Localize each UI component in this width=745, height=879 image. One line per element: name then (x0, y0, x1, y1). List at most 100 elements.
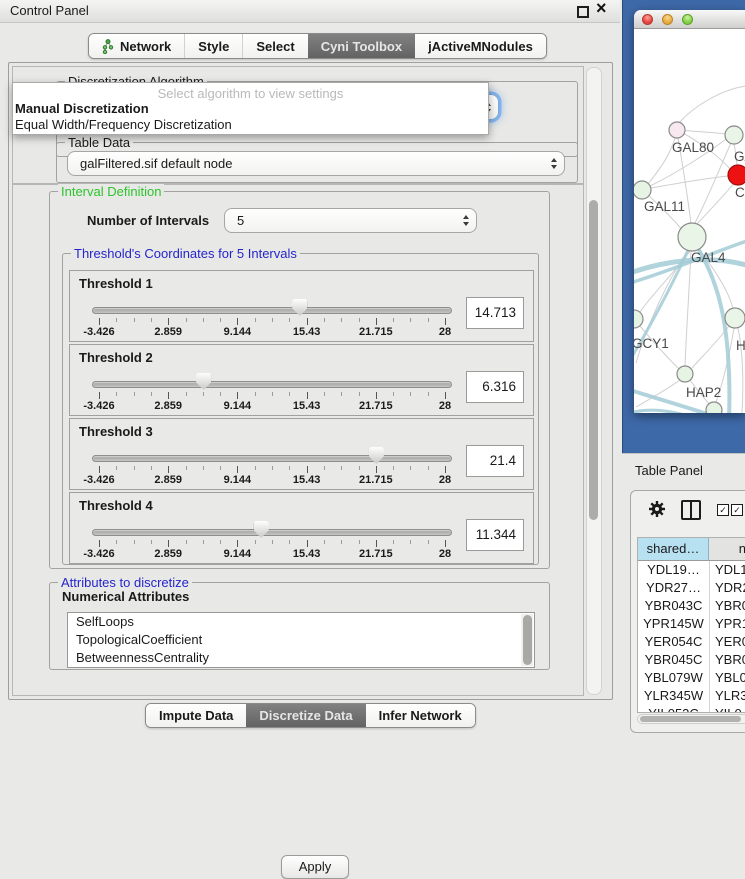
table-data-group: Table Data galFiltered.sif default node (56, 142, 578, 183)
table-row[interactable]: YDR27… YDR2 (638, 579, 745, 597)
number-of-intervals-select[interactable]: 5 (224, 208, 477, 233)
tab-impute-data[interactable]: Impute Data (146, 704, 246, 727)
threshold-4-panel: Threshold 4-3.4262.8599.14415.4321.71528… (69, 492, 534, 564)
tab-network[interactable]: Network (89, 34, 184, 58)
gcy1-node[interactable] (634, 310, 643, 328)
threshold-1-panel: Threshold 1-3.4262.8599.14415.4321.71528… (69, 270, 534, 342)
column-header-name[interactable]: na (709, 538, 745, 561)
checkbox-icon[interactable]: ✓ (731, 504, 743, 516)
algorithm-option-equal-width-frequency-discretization[interactable]: Equal Width/Frequency Discretization (15, 117, 232, 133)
checkbox-icon[interactable]: ✓ (717, 504, 729, 516)
table-row[interactable]: YER054C YER0 (638, 633, 745, 651)
tab-select[interactable]: Select (242, 34, 307, 58)
cell-name: YBR0 (715, 597, 745, 615)
table-row[interactable]: YBR045CYBR0 (638, 651, 745, 669)
float-window-icon[interactable] (577, 6, 589, 18)
top-right-node[interactable] (725, 126, 743, 144)
node-label-hap2: HAP2 (686, 385, 721, 400)
table-row[interactable]: YLR345WYLR3 (638, 687, 745, 705)
attribute-list-item[interactable]: SelfLoops (68, 613, 534, 631)
column-chooser-icon[interactable] (681, 500, 701, 520)
table-row[interactable]: YIL052CYIL0 (638, 705, 745, 713)
table-row[interactable]: YBL079WYBL0 (638, 669, 745, 687)
cell-name: YER0 (715, 633, 745, 651)
right-mid-node[interactable] (725, 308, 745, 328)
red-selected-node[interactable] (728, 165, 745, 185)
tab-jactivemnodules[interactable]: jActiveMNodules (415, 34, 546, 58)
cell-shared-name: YBR043C (638, 597, 709, 615)
algorithm-option-manual-discretization[interactable]: Manual Discretization (15, 101, 149, 117)
tab-infer-network[interactable]: Infer Network (366, 704, 475, 727)
network-edge (648, 130, 677, 184)
network-window-titlebar[interactable] (634, 10, 745, 29)
interval-definition-label: Interval Definition (58, 184, 164, 199)
settings-gear-icon[interactable] (647, 499, 667, 522)
cell-name: YDR2 (715, 579, 745, 597)
attribute-list-item[interactable]: BetweennessCentrality (68, 649, 534, 667)
threshold-label: Threshold 2 (79, 350, 153, 365)
tab-discretize-data[interactable]: Discretize Data (246, 704, 365, 727)
column-header-shared-name[interactable]: shared… (638, 538, 709, 561)
cell-name: YLR3 (715, 687, 745, 705)
combo-stepper-icon (456, 209, 476, 232)
threshold-2-panel: Threshold 2 -3.4262.8599.14415.4321.71528… (69, 344, 534, 416)
close-icon[interactable]: × (596, 0, 607, 19)
table-panel-titlebar: Table Panel (622, 453, 745, 487)
slider-ticks (99, 318, 445, 326)
table-horizontal-scrollbar[interactable] (637, 714, 745, 724)
gal80-node[interactable] (669, 122, 685, 138)
network-edge (697, 183, 734, 224)
tab-label: Network (120, 39, 171, 54)
slider-track[interactable] (92, 529, 452, 536)
slider-ticks (99, 392, 445, 400)
control-panel-titlebar: Control Panel × (0, 0, 620, 23)
numerical-attributes-list[interactable]: SelfLoopsTopologicalCoefficientBetweenne… (67, 612, 535, 668)
cell-shared-name: YDR27… (638, 579, 709, 597)
table-row[interactable]: YDL19…YDL1 (638, 561, 745, 579)
cell-shared-name: YIL052C (638, 705, 709, 713)
table-data-select[interactable]: galFiltered.sif default node (67, 151, 565, 176)
node-label-c: C (735, 185, 745, 200)
table-row[interactable]: YPR145W YPR1 (638, 615, 745, 633)
network-view-frame: GAL80GACGAL11GAL4GCY1HHAP2 (622, 0, 745, 453)
slider-scale-labels: -3.4262.8599.14415.4321.71528 (99, 400, 445, 412)
cell-name: YPR1 (715, 615, 745, 633)
threshold-value-field[interactable]: 14.713 (466, 297, 524, 329)
tab-label: Select (256, 39, 294, 54)
combo-stepper-icon (544, 152, 564, 175)
table-row[interactable]: YBR043C YBR0 (638, 597, 745, 615)
tab-label: Cyni Toolbox (321, 39, 402, 54)
close-traffic-light-icon[interactable] (642, 14, 653, 25)
node-label-gal4: GAL4 (691, 250, 726, 265)
hap2-node[interactable] (677, 366, 693, 382)
network-canvas[interactable]: GAL80GACGAL11GAL4GCY1HHAP2 (634, 28, 745, 413)
table-panel-title: Table Panel (635, 463, 703, 478)
apply-button[interactable]: Apply (281, 855, 349, 879)
network-edge (685, 251, 691, 366)
slider-scale-labels: -3.4262.8599.14415.4321.71528 (99, 326, 445, 338)
slider-ticks (99, 466, 445, 474)
threshold-value-field[interactable]: 21.4 (466, 445, 524, 477)
thresholds-group: Threshold's Coordinates for 5 Intervals … (62, 253, 539, 565)
algorithm-dropdown-popup: Select algorithm to view settings Manual… (12, 82, 489, 135)
slider-track[interactable] (92, 307, 452, 314)
threshold-value-field[interactable]: 11.344 (466, 519, 524, 551)
algorithm-settings-panel: Interval Definition Number of Intervals … (12, 184, 584, 696)
threshold-value-field[interactable]: 6.316 (466, 371, 524, 403)
gal11-node[interactable] (634, 181, 651, 199)
gal4-node[interactable] (678, 223, 706, 251)
tab-label: Style (198, 39, 229, 54)
cell-shared-name: YPR145W (638, 615, 709, 633)
minimize-traffic-light-icon[interactable] (662, 14, 673, 25)
cell-shared-name: YER054C (638, 633, 709, 651)
panel-scrollbar[interactable] (586, 67, 602, 695)
node-table[interactable]: shared… na YDL19…YDL1YDR27…YDR2YBR043CYB… (637, 537, 745, 713)
tab-style[interactable]: Style (184, 34, 242, 58)
bottom-node[interactable] (706, 402, 722, 413)
slider-track[interactable] (92, 455, 452, 462)
attribute-list-item[interactable]: TopologicalCoefficient (68, 631, 534, 649)
zoom-traffic-light-icon[interactable] (682, 14, 693, 25)
slider-track[interactable] (92, 381, 452, 388)
tab-cyni-toolbox[interactable]: Cyni Toolbox (308, 34, 415, 58)
list-scrollbar[interactable] (521, 614, 533, 666)
